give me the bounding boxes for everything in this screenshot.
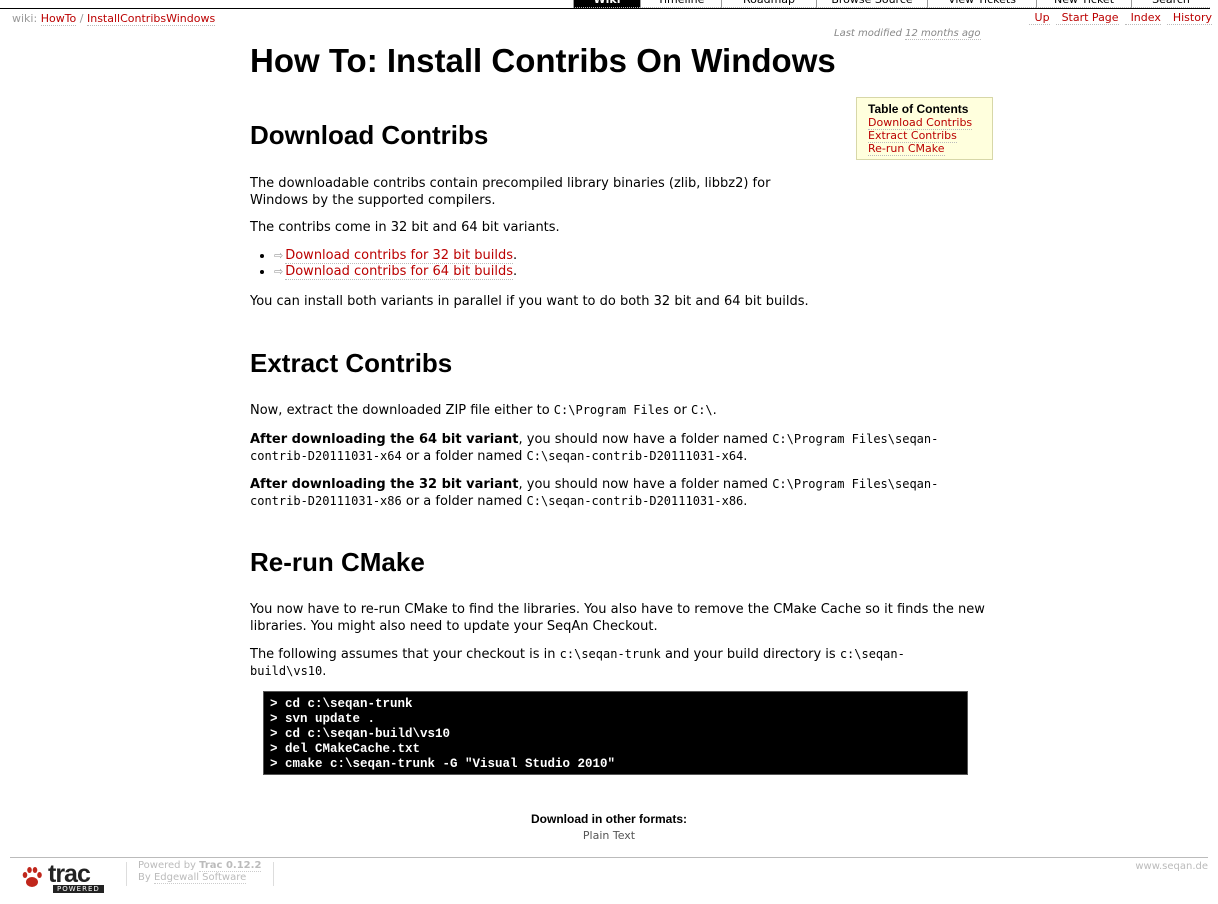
breadcrumb: wiki: HowTo / InstallContribsWindows bbox=[12, 12, 216, 26]
toc-link-download-contribs[interactable]: Download Contribs bbox=[868, 116, 986, 130]
ctxnav-up[interactable]: Up bbox=[1028, 11, 1050, 25]
nav-tab-view-tickets[interactable]: View Tickets bbox=[927, 0, 1036, 8]
download-64bit-link[interactable]: Download contribs for 64 bit builds bbox=[285, 264, 514, 280]
code-line: > cd c:\seqan-trunk bbox=[270, 697, 413, 711]
alternate-formats-heading: Download in other formats: bbox=[531, 812, 687, 826]
page-title: How To: Install Contribs On Windows bbox=[250, 42, 836, 79]
extract-paragraph-64bit: After downloading the 64 bit variant, yo… bbox=[250, 432, 939, 464]
heading-extract-contribs: Extract Contribs bbox=[250, 348, 453, 378]
code-line: > del CMakeCache.txt bbox=[270, 742, 421, 756]
nav-tab-timeline[interactable]: Timeline bbox=[640, 0, 721, 8]
rerun-paragraph-1: You now have to re-run CMake to find the… bbox=[250, 602, 985, 634]
trac-version-link[interactable]: Trac 0.12.2 bbox=[199, 860, 262, 872]
code-path-32: C:\seqan-contrib-D20111031-x86 bbox=[526, 494, 744, 508]
download-32bit-link[interactable]: Download contribs for 32 bit builds bbox=[285, 248, 514, 264]
breadcrumb-prefix: wiki: bbox=[12, 12, 38, 25]
site-link[interactable]: www.seqan.de bbox=[1135, 861, 1208, 872]
code-line: > cmake c:\seqan-trunk -G "Visual Studio… bbox=[270, 757, 616, 771]
code-program-files: C:\Program Files bbox=[553, 403, 670, 417]
heading-download-contribs: Download Contribs bbox=[250, 120, 489, 150]
alternate-formats: Download in other formats: Plain Text bbox=[0, 812, 1218, 842]
list-item: ⇨Download contribs for 64 bit builds. bbox=[274, 264, 517, 280]
code-c-root: C:\ bbox=[690, 403, 713, 417]
ctxnav-index[interactable]: Index bbox=[1124, 11, 1161, 25]
footer-divider bbox=[273, 862, 274, 886]
code-seqan-trunk: c:\seqan-trunk bbox=[559, 647, 661, 661]
powered-by: Powered by Trac 0.12.2 By Edgewall Softw… bbox=[138, 860, 262, 884]
site-link-container: www.seqan.de bbox=[1135, 861, 1208, 872]
nav-tab-browse-source[interactable]: Browse Source bbox=[816, 0, 927, 8]
heading-rerun-cmake: Re-run CMake bbox=[250, 547, 425, 577]
toc-link-extract-contribs[interactable]: Extract Contribs bbox=[868, 129, 986, 143]
ctxnav-history[interactable]: History bbox=[1166, 11, 1212, 25]
last-modified-label: Last modified bbox=[834, 28, 902, 39]
toc-title: Table of Contents bbox=[868, 102, 969, 116]
breadcrumb-link-howto[interactable]: HowTo bbox=[40, 12, 77, 26]
trac-logo[interactable]: trac POWERED bbox=[20, 860, 116, 893]
ctxnav-start-page[interactable]: Start Page bbox=[1055, 11, 1119, 25]
download-paragraph-3: You can install both variants in paralle… bbox=[250, 294, 809, 309]
main-navigation: Wiki Timeline Roadmap Browse Source View… bbox=[0, 0, 1210, 9]
plain-text-link[interactable]: Plain Text bbox=[583, 829, 635, 842]
table-of-contents: Table of Contents Download Contribs Extr… bbox=[856, 97, 993, 160]
context-navigation: Up Start Page Index History bbox=[1023, 11, 1212, 25]
breadcrumb-separator: / bbox=[79, 12, 84, 25]
code-path-64: C:\seqan-contrib-D20111031-x64 bbox=[526, 449, 744, 463]
nav-tab-new-ticket[interactable]: New Ticket bbox=[1036, 0, 1131, 8]
code-block: > cd c:\seqan-trunk > svn update . > cd … bbox=[263, 691, 968, 775]
last-modified: Last modified 12 months ago bbox=[834, 28, 981, 40]
edgewall-link[interactable]: Edgewall Software bbox=[153, 872, 247, 884]
nav-tab-roadmap[interactable]: Roadmap bbox=[721, 0, 816, 8]
nav-tab-wiki[interactable]: Wiki bbox=[573, 0, 640, 8]
code-line: > svn update . bbox=[270, 712, 376, 726]
trac-logo-sub: POWERED bbox=[53, 885, 104, 893]
toc-link-rerun-cmake[interactable]: Re-run CMake bbox=[868, 142, 986, 156]
extract-paragraph-1: Now, extract the downloaded ZIP file eit… bbox=[250, 403, 717, 418]
external-link-icon: ⇨ bbox=[274, 249, 284, 262]
rerun-paragraph-2: The following assumes that your checkout… bbox=[250, 647, 905, 679]
external-link-icon: ⇨ bbox=[274, 265, 284, 278]
code-line: > cd c:\seqan-build\vs10 bbox=[270, 727, 451, 741]
nav-tab-search[interactable]: Search bbox=[1131, 0, 1210, 8]
footer-divider bbox=[126, 862, 127, 886]
download-paragraph-1: The downloadable contribs contain precom… bbox=[250, 176, 771, 208]
download-paragraph-2: The contribs come in 32 bit and 64 bit v… bbox=[250, 220, 560, 235]
extract-paragraph-32bit: After downloading the 32 bit variant, yo… bbox=[250, 477, 939, 509]
download-links-list: ⇨Download contribs for 32 bit builds. ⇨D… bbox=[250, 248, 517, 280]
breadcrumb-link-current[interactable]: InstallContribsWindows bbox=[86, 12, 216, 26]
footer: trac POWERED Powered by Trac 0.12.2 By E… bbox=[10, 857, 1208, 904]
last-modified-ago[interactable]: 12 months ago bbox=[905, 28, 981, 40]
list-item: ⇨Download contribs for 32 bit builds. bbox=[274, 248, 517, 264]
